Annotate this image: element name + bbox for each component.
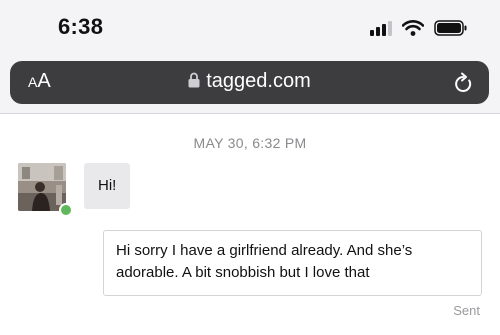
online-status-indicator	[59, 203, 73, 217]
url-text: tagged.com	[206, 70, 311, 92]
address-bar[interactable]: AA tagged.com	[10, 61, 489, 104]
message-status: Sent	[453, 303, 480, 318]
wifi-icon	[402, 20, 424, 36]
outgoing-message-bubble: Hi sorry I have a girlfriend already. An…	[103, 230, 482, 296]
status-time: 6:38	[58, 14, 104, 39]
profile-photo-icon[interactable]	[18, 163, 66, 211]
date-separator: MAY 30, 6:32 PM	[193, 135, 307, 151]
chat-thread: MAY 30, 6:32 PM Hi! Hi sorry I have a gi…	[0, 115, 500, 335]
status-icons	[370, 20, 468, 36]
url-display[interactable]: tagged.com	[10, 70, 489, 93]
status-bar: 6:38	[0, 0, 500, 58]
browser-chrome: AA tagged.com	[0, 58, 500, 114]
reload-icon[interactable]	[453, 72, 473, 94]
incoming-message-bubble: Hi!	[84, 163, 131, 209]
lock-icon	[188, 72, 200, 88]
battery-icon	[434, 20, 467, 36]
cellular-signal-icon	[370, 20, 392, 36]
